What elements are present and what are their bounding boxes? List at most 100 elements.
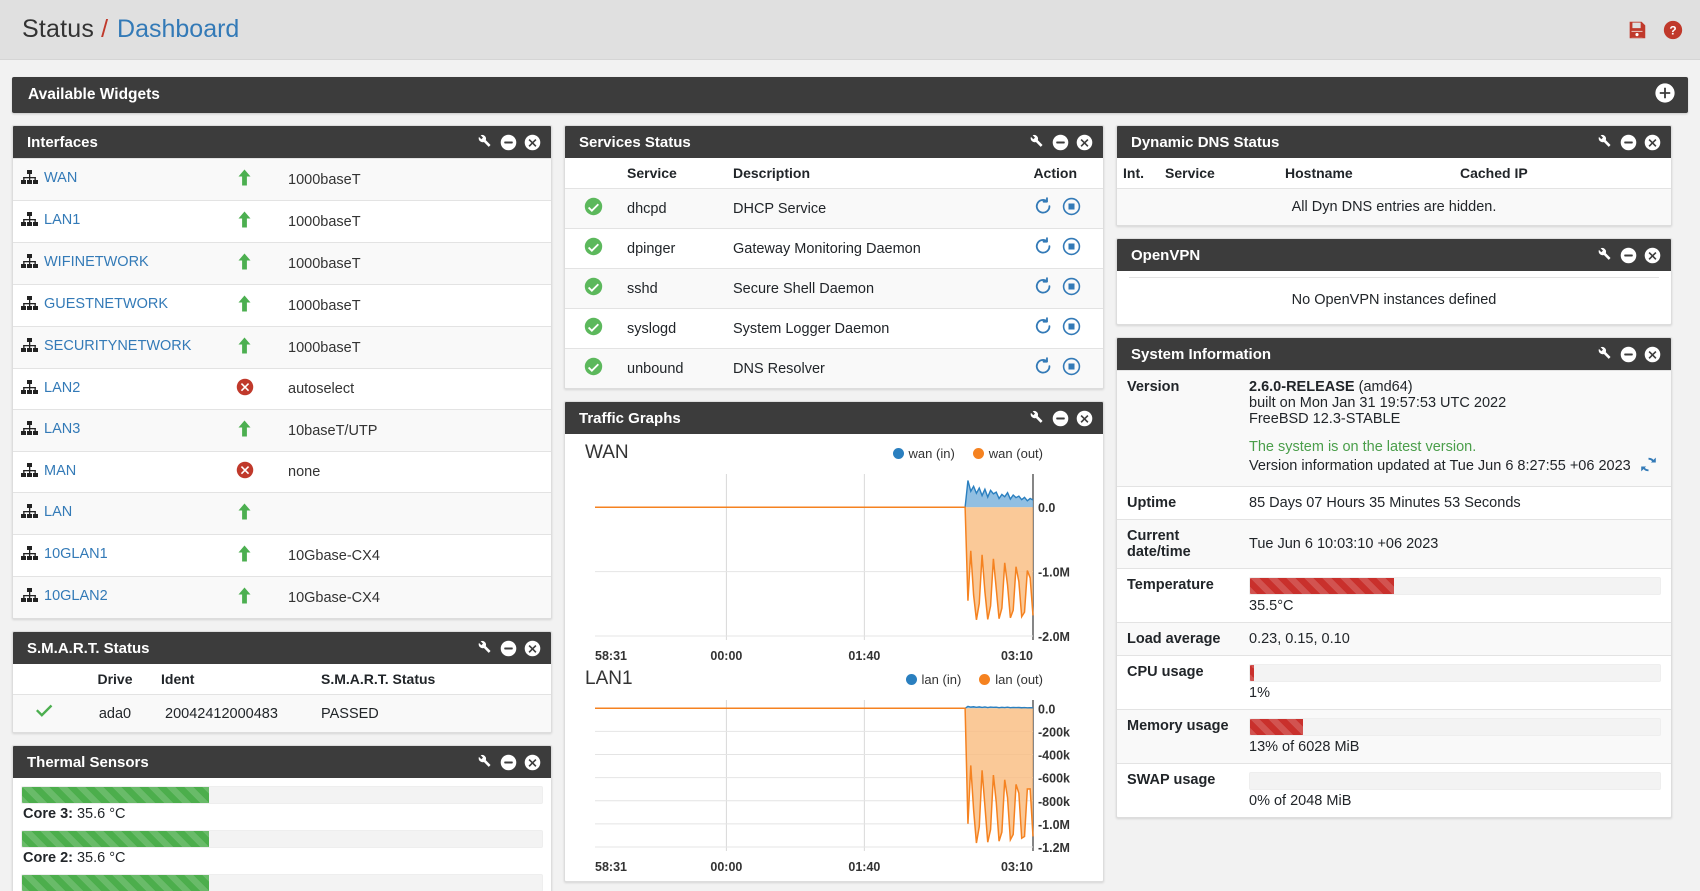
wrench-icon[interactable] (476, 640, 493, 657)
smart-column-header: Ident (161, 671, 195, 687)
widget-header: Dynamic DNS Status (1117, 126, 1671, 158)
breadcrumb-current[interactable]: Dashboard (117, 15, 239, 44)
system-cpu-usage: CPU usage 1% (1117, 655, 1671, 710)
service-row: dpinger Gateway Monitoring Daemon (565, 228, 1103, 269)
minus-circle-icon[interactable] (500, 134, 517, 151)
stop-service-icon[interactable] (1062, 197, 1081, 220)
widget-thermal-sensors: Thermal Sensors Core 3: 35.6 °C Core 2: 3… (12, 745, 552, 891)
service-name-cell: unbound (621, 348, 727, 388)
restart-service-icon[interactable] (1034, 317, 1053, 340)
smart-header-row: Drive Ident S.M.A.R.T. Status (13, 664, 551, 695)
widget-header: Services Status (565, 126, 1103, 158)
smart-drive-cell: ada0 (75, 694, 155, 732)
interface-media-cell: 1000baseT (280, 158, 551, 201)
interface-media-text: autoselect (288, 381, 355, 397)
interface-media-cell: 1000baseT (280, 326, 551, 369)
wrench-icon[interactable] (1596, 247, 1613, 264)
interface-media-text: 10Gbase-CX4 (288, 547, 380, 564)
interface-name-link[interactable]: SECURITYNETWORK (44, 338, 191, 354)
wrench-icon[interactable] (476, 134, 493, 151)
stop-service-icon[interactable] (1062, 317, 1081, 340)
svg-text:03:10: 03:10 (1001, 860, 1033, 874)
service-state-cell (565, 348, 621, 388)
column-middle: Services Status Service Description Action… (564, 125, 1104, 882)
network-interface-icon (21, 254, 38, 273)
services-column-header: Action (1033, 165, 1077, 181)
legend-item-in[interactable]: lan (in) (905, 672, 961, 687)
save-icon[interactable] (1626, 19, 1648, 41)
close-circle-icon[interactable] (1076, 410, 1093, 427)
traffic-graph-interface-name: LAN1 (585, 668, 633, 689)
interface-name-link[interactable]: LAN3 (44, 421, 80, 437)
interface-status-cell (228, 368, 280, 410)
interface-name-link[interactable]: LAN (44, 504, 72, 520)
close-circle-icon[interactable] (1644, 346, 1661, 363)
stop-service-icon[interactable] (1062, 237, 1081, 260)
traffic-graph-plot[interactable]: 0.0 -200k -400k -600k -800k -1.0M -1.2M 58:31 00… (573, 692, 1093, 877)
interfaces-rows: WAN 1000baseT LAN1 1000baseT WIFINETWORK 10… (13, 158, 551, 618)
usage-value-text: 35.5°C (1249, 598, 1294, 614)
minus-circle-icon[interactable] (500, 754, 517, 771)
wrench-icon[interactable] (1596, 346, 1613, 363)
close-circle-icon[interactable] (524, 640, 541, 657)
traffic-graph-plot[interactable]: 0.0 -1.0M -2.0M 58:31 00:00 01:40 03:10 (573, 466, 1093, 666)
service-row: syslogd System Logger Daemon (565, 308, 1103, 349)
usage-progress-fill (1250, 719, 1304, 735)
widget-header-icons (1596, 346, 1661, 363)
dyn-dns-column-header: Hostname (1285, 165, 1353, 181)
interface-name-link[interactable]: 10GLAN1 (44, 546, 108, 562)
interface-name-link[interactable]: GUESTNETWORK (44, 296, 168, 312)
widget-title: Thermal Sensors (27, 753, 149, 771)
close-circle-icon[interactable] (524, 754, 541, 771)
close-circle-icon[interactable] (1644, 247, 1661, 264)
dyn-dns-column-header: Service (1165, 165, 1215, 181)
legend-item-in[interactable]: wan (in) (892, 446, 955, 461)
minus-circle-icon[interactable] (1620, 134, 1637, 151)
interface-name-cell: 10GLAN1 (13, 534, 228, 577)
system-temperature-value: 35.5°C (1239, 568, 1671, 623)
help-icon[interactable]: ? (1662, 19, 1684, 41)
plus-circle-icon[interactable] (1654, 82, 1676, 108)
datetime-text: Tue Jun 6 10:03:10 +06 2023 (1249, 536, 1439, 552)
minus-circle-icon[interactable] (1052, 134, 1069, 151)
restart-service-icon[interactable] (1034, 237, 1053, 260)
interface-up-icon (236, 169, 253, 191)
system-information-rows: Version 2.6.0-RELEASE (amd64) built on Mon… (1117, 370, 1671, 817)
legend-item-out[interactable]: lan (out) (979, 672, 1043, 687)
interface-media-cell: 1000baseT (280, 242, 551, 285)
stop-service-icon[interactable] (1062, 277, 1081, 300)
minus-circle-icon[interactable] (1052, 410, 1069, 427)
wrench-icon[interactable] (1028, 410, 1045, 427)
close-circle-icon[interactable] (524, 134, 541, 151)
interface-media-text: 1000baseT (288, 255, 361, 272)
interface-name-link[interactable]: WAN (44, 170, 77, 186)
interface-name-link[interactable]: WIFINETWORK (44, 254, 149, 270)
system-swap-usage-value: 0% of 2048 MiB (1239, 763, 1671, 817)
refresh-icon[interactable] (1639, 457, 1658, 478)
available-widgets-bar[interactable]: Available Widgets (12, 77, 1688, 113)
wrench-icon[interactable] (1028, 134, 1045, 151)
interface-name-link[interactable]: LAN1 (44, 212, 80, 228)
service-name-cell: sshd (621, 268, 727, 309)
restart-service-icon[interactable] (1034, 277, 1053, 300)
minus-circle-icon[interactable] (500, 640, 517, 657)
minus-circle-icon[interactable] (1620, 247, 1637, 264)
stop-service-icon[interactable] (1062, 357, 1081, 380)
interface-media-text: 10baseT/UTP (288, 422, 378, 439)
interface-row: GUESTNETWORK 1000baseT (13, 284, 551, 327)
restart-service-icon[interactable] (1034, 357, 1053, 380)
system-datetime-value: Tue Jun 6 10:03:10 +06 2023 (1239, 519, 1671, 569)
interface-name-link[interactable]: LAN2 (44, 380, 80, 396)
interface-name-link[interactable]: 10GLAN2 (44, 588, 108, 604)
interface-status-cell (228, 451, 280, 493)
wrench-icon[interactable] (1596, 134, 1613, 151)
interface-name-link[interactable]: MAN (44, 463, 76, 479)
close-circle-icon[interactable] (1076, 134, 1093, 151)
network-interface-icon (21, 546, 38, 565)
close-circle-icon[interactable] (1644, 134, 1661, 151)
wrench-icon[interactable] (476, 754, 493, 771)
service-description-cell: Gateway Monitoring Daemon (727, 228, 983, 269)
minus-circle-icon[interactable] (1620, 346, 1637, 363)
legend-item-out[interactable]: wan (out) (972, 446, 1043, 461)
restart-service-icon[interactable] (1034, 197, 1053, 220)
